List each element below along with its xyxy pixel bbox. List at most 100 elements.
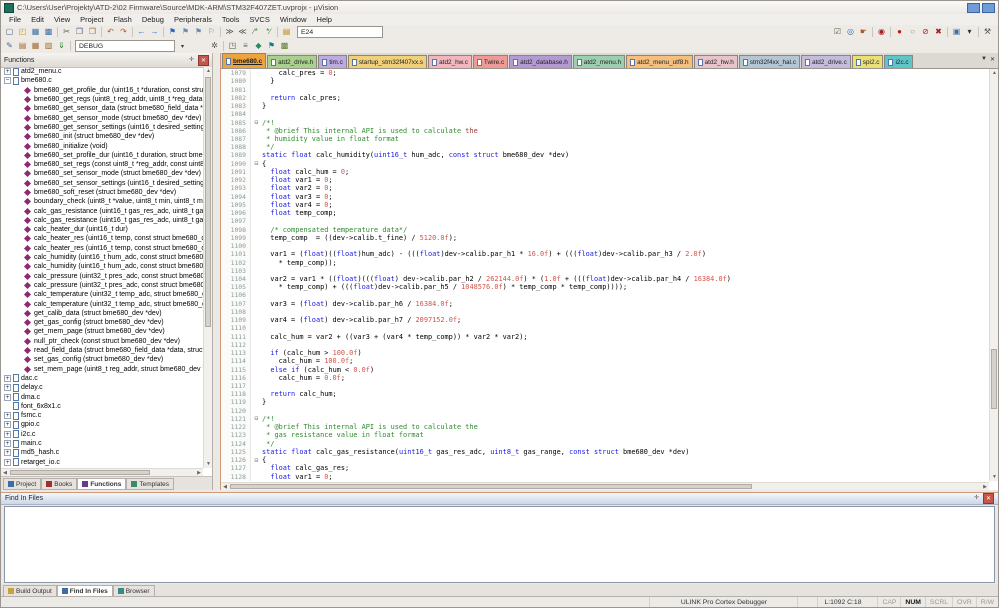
tree-item-file[interactable]: +gpio.c	[1, 420, 203, 429]
menu-item[interactable]: Tools	[217, 15, 245, 24]
tree-item-file[interactable]: +retarget_io.c	[1, 457, 203, 466]
expand-icon[interactable]: +	[4, 440, 11, 447]
expand-icon[interactable]: +	[4, 459, 11, 466]
menu-item[interactable]: Peripherals	[169, 15, 217, 24]
workspace-tab[interactable]: Books	[41, 478, 77, 490]
editor-tab[interactable]: bme680.c	[222, 53, 266, 68]
configuration-wrench-icon[interactable]: ⚒	[981, 26, 994, 38]
cut-icon[interactable]: ✂	[60, 26, 73, 38]
editor-tab[interactable]: startup_stm32f407xx.s	[348, 55, 427, 68]
menu-item[interactable]: Flash	[109, 15, 137, 24]
find-in-document-icon[interactable]: ◎	[844, 26, 857, 38]
tree-item-function[interactable]: bme680_set_sensor_settings (uint16_t des…	[1, 179, 203, 188]
expand-icon[interactable]: +	[4, 421, 11, 428]
tree-item-function[interactable]: set_mem_page (uint8_t reg_addr, struct b…	[1, 365, 203, 374]
system-viewer-icon[interactable]: ▩	[278, 40, 291, 52]
target-select-combo[interactable]: DEBUG	[75, 40, 175, 52]
tree-item-function[interactable]: calc_temperature (uint32_t temp_adc, str…	[1, 299, 203, 308]
uncomment-icon[interactable]: *∕	[262, 26, 275, 38]
tree-item-file[interactable]: +md5_hash.c	[1, 448, 203, 457]
download-to-flash-icon[interactable]: ⇓	[55, 40, 68, 52]
tree-item-function[interactable]: calc_pressure (uint32_t pres_adc, const …	[1, 272, 203, 281]
tree-vertical-scrollbar[interactable]: ▲ ▼	[203, 67, 212, 468]
panel-splitter[interactable]	[213, 53, 220, 490]
menu-item[interactable]: File	[4, 15, 26, 24]
outdent-icon[interactable]: ≪	[236, 26, 249, 38]
code-view[interactable]: 1079 calc_pres = 0;1080 }10811082 return…	[221, 69, 989, 481]
scroll-down-icon[interactable]: ▼	[204, 460, 213, 468]
bookmark-prev-icon[interactable]: ⚑	[179, 26, 192, 38]
find-in-files-results[interactable]	[4, 506, 995, 583]
tree-item-function[interactable]: set_gas_config (struct bme680_dev *dev)	[1, 355, 203, 364]
tree-item-function[interactable]: get_calib_data (struct bme680_dev *dev)	[1, 309, 203, 318]
expand-icon[interactable]: +	[4, 68, 11, 75]
menu-item[interactable]: Edit	[26, 15, 49, 24]
scroll-down-icon[interactable]: ▼	[990, 473, 999, 481]
breakpoint-kill-all-icon[interactable]: ✖	[932, 26, 945, 38]
options-for-target-icon[interactable]: ✲	[208, 40, 221, 52]
scroll-right-icon[interactable]: ▶	[195, 469, 203, 476]
comment-icon[interactable]: ∕*	[249, 26, 262, 38]
menu-item[interactable]: Help	[312, 15, 337, 24]
expand-icon[interactable]: +	[4, 431, 11, 438]
find-in-files-book-icon[interactable]: ▤	[280, 26, 293, 38]
fold-marker-icon[interactable]: ⊟	[251, 160, 262, 167]
editor-vertical-scrollbar[interactable]: ▲ ▼	[989, 69, 998, 481]
tree-item-function[interactable]: get_gas_config (struct bme680_dev *dev)	[1, 318, 203, 327]
tree-item-file[interactable]: −bme680.c	[1, 76, 203, 85]
scroll-right-icon[interactable]: ▶	[981, 483, 989, 490]
tree-item-function[interactable]: calc_humidity (uint16_t hum_adc, const s…	[1, 253, 203, 262]
bookmark-next-icon[interactable]: ⚑	[192, 26, 205, 38]
save-all-icon[interactable]: ▩	[42, 26, 55, 38]
tree-item-function[interactable]: null_ptr_check (const struct bme680_dev …	[1, 337, 203, 346]
editor-tab[interactable]: i2c.c	[884, 55, 912, 68]
bookmark-toggle-icon[interactable]: ⚑	[166, 26, 179, 38]
tree-item-file[interactable]: +dac.c	[1, 374, 203, 383]
debug-session-icon[interactable]: ◳	[226, 40, 239, 52]
tree-item-function[interactable]: get_mem_page (struct bme680_dev *dev)	[1, 327, 203, 336]
goto-hand-icon[interactable]: ☛	[857, 26, 870, 38]
fold-marker-icon[interactable]: ⊟	[251, 415, 262, 422]
breakpoint-disable-icon[interactable]: ⊘	[919, 26, 932, 38]
expand-icon[interactable]: +	[4, 375, 11, 382]
fold-marker-icon[interactable]: ⊟	[251, 457, 262, 464]
scrollbar-thumb[interactable]	[10, 470, 150, 475]
scroll-left-icon[interactable]: ◀	[1, 469, 9, 476]
editor-tab[interactable]: atd2_hw.c	[428, 55, 472, 68]
tree-item-function[interactable]: calc_gas_resistance (uint16_t gas_res_ad…	[1, 216, 203, 225]
editor-horizontal-scrollbar[interactable]: ◀ ▶	[221, 482, 989, 490]
tree-item-function[interactable]: bme680_set_regs (const uint8_t *reg_addr…	[1, 160, 203, 169]
copy-icon[interactable]: ❐	[73, 26, 86, 38]
tree-item-file[interactable]: +fsmc.c	[1, 411, 203, 420]
tree-item-function[interactable]: bme680_soft_reset (struct bme680_dev *de…	[1, 188, 203, 197]
indent-icon[interactable]: ≫	[223, 26, 236, 38]
tab-list-dropdown-icon[interactable]: ▼	[981, 56, 987, 63]
tree-item-file[interactable]: +main.c	[1, 439, 203, 448]
menu-item[interactable]: Debug	[137, 15, 169, 24]
editor-tab[interactable]: atd2_hw.h	[694, 55, 738, 68]
editor-tab[interactable]: atd2_drive.c	[801, 55, 851, 68]
nav-forward-icon[interactable]: →	[148, 26, 161, 38]
editor-tab[interactable]: atd2_drive.h	[267, 55, 317, 68]
editor-tab[interactable]: atd2_menu.h	[573, 55, 625, 68]
expand-icon[interactable]: +	[4, 449, 11, 456]
highlight-search-icon[interactable]: ◉	[875, 26, 888, 38]
tree-item-file[interactable]: font_6x8x1.c	[1, 402, 203, 411]
workspace-tab[interactable]: Functions	[77, 478, 126, 490]
scroll-left-icon[interactable]: ◀	[221, 483, 229, 490]
target-select-dropdown-icon[interactable]: ▾	[177, 40, 188, 52]
tree-item-function[interactable]: calc_temperature (uint32_t temp_adc, str…	[1, 290, 203, 299]
window-layout-dropdown-icon[interactable]: ▾	[963, 26, 976, 38]
tree-item-function[interactable]: bme680_get_profile_dur (uint16_t *durati…	[1, 86, 203, 95]
editor-tab[interactable]: atd2_menu_utf8.h	[626, 55, 693, 68]
tree-item-function[interactable]: bme680_initialize (void)	[1, 141, 203, 150]
tree-item-function[interactable]: calc_heater_dur (uint16_t dur)	[1, 225, 203, 234]
save-icon[interactable]: ▦	[29, 26, 42, 38]
tree-item-function[interactable]: bme680_init (struct bme680_dev *dev)	[1, 132, 203, 141]
window-minimize-button[interactable]	[967, 3, 980, 13]
editor-tab[interactable]: Twire.c	[473, 55, 508, 68]
tab-close-icon[interactable]: ✕	[990, 56, 995, 63]
tree-item-function[interactable]: calc_humidity (uint16_t hum_adc, const s…	[1, 262, 203, 271]
editor-tab[interactable]: spi2.c	[852, 55, 884, 68]
find-text-combo[interactable]: E24	[297, 26, 383, 38]
